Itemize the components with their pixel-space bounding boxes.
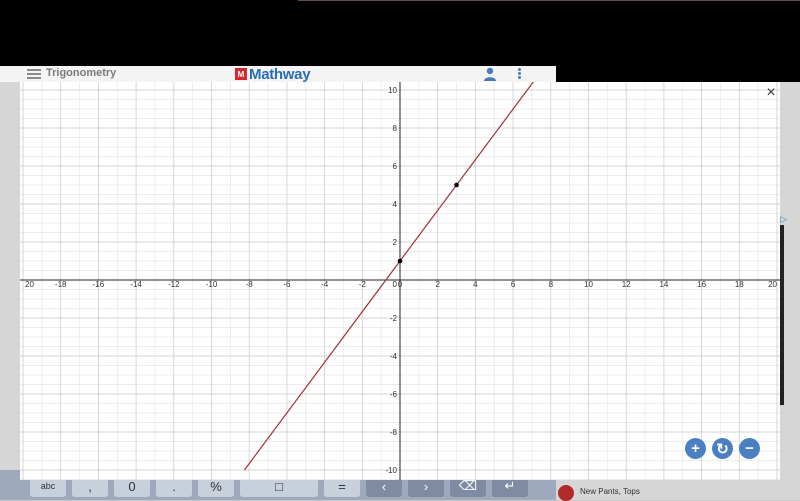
x-tick-label: 8 bbox=[549, 280, 554, 289]
x-tick-label: 2 bbox=[435, 280, 440, 289]
graph-window: 20 -18 -16 -14 -12 -10 -8 -6 -4 -2 0 2 4 6 8 10 12 14 16 18… bbox=[20, 82, 780, 480]
y-tick-label: 8 bbox=[393, 124, 398, 133]
x-tick-label: 0 bbox=[398, 280, 403, 289]
series-line bbox=[243, 82, 534, 471]
x-tick-label: 4 bbox=[473, 280, 478, 289]
y-tick-label: 2 bbox=[393, 238, 398, 247]
ad-text[interactable]: New Pants, Tops bbox=[580, 487, 640, 496]
x-tick-label: 6 bbox=[511, 280, 516, 289]
y-tick-label: -8 bbox=[390, 428, 398, 437]
x-tick-label: -18 bbox=[55, 280, 67, 289]
subject-title[interactable]: Trigonometry bbox=[46, 67, 116, 79]
y-tick-label: 10 bbox=[388, 86, 397, 95]
close-button[interactable]: × bbox=[763, 84, 779, 101]
left-background bbox=[0, 82, 20, 500]
graph-point bbox=[454, 182, 459, 188]
top-black-bar bbox=[0, 0, 800, 66]
x-tick-label: -12 bbox=[168, 280, 180, 289]
reset-zoom-button[interactable]: ↻ bbox=[712, 438, 733, 459]
x-tick-label: -2 bbox=[359, 280, 367, 289]
ad-scrollbar[interactable] bbox=[780, 225, 784, 405]
origin-label: 0 bbox=[393, 280, 398, 289]
x-tick-label: 16 bbox=[697, 280, 706, 289]
x-tick-label: -14 bbox=[130, 280, 142, 289]
header-right-black-area bbox=[556, 66, 800, 82]
top-divider-line bbox=[298, 0, 800, 1]
hamburger-menu-icon[interactable] bbox=[27, 69, 41, 79]
y-tick-label: -6 bbox=[390, 390, 398, 399]
graph-point bbox=[397, 258, 403, 264]
y-tick-label: -4 bbox=[390, 352, 398, 361]
user-icon[interactable] bbox=[483, 67, 497, 81]
zoom-in-button[interactable]: + bbox=[685, 438, 706, 459]
y-tick-label: -2 bbox=[390, 314, 398, 323]
y-tick-label: 6 bbox=[393, 162, 398, 171]
x-tick-label: 14 bbox=[659, 280, 668, 289]
x-tick-label: -6 bbox=[283, 280, 291, 289]
tick-labels: 20 -18 -16 -14 -12 -10 -8 -6 -4 -2 0 2 4 6 8 10 12 14 16 18… bbox=[25, 86, 778, 475]
x-tick-label: 10 bbox=[584, 280, 593, 289]
x-tick-label: 20 bbox=[25, 280, 34, 289]
x-tick-label: -16 bbox=[93, 280, 105, 289]
graph-canvas[interactable]: 20 -18 -16 -14 -12 -10 -8 -6 -4 -2 0 2 4 6 8 10 12 14 16 18… bbox=[20, 82, 780, 480]
ad-choices-icon[interactable]: ▷ bbox=[780, 214, 787, 225]
x-tick-label: -10 bbox=[206, 280, 218, 289]
y-tick-label: -10 bbox=[385, 466, 397, 475]
x-tick-label: 18 bbox=[735, 280, 744, 289]
x-tick-label: 20 bbox=[768, 280, 777, 289]
brand-name: Mathway bbox=[249, 65, 311, 83]
x-tick-label: -4 bbox=[321, 280, 329, 289]
brand-logo[interactable]: M Mathway bbox=[235, 65, 311, 83]
x-tick-label: -8 bbox=[246, 280, 254, 289]
ad-brand-icon[interactable] bbox=[558, 485, 574, 501]
more-vertical-icon[interactable] bbox=[518, 68, 522, 80]
brand-mark-icon: M bbox=[235, 68, 247, 80]
graph-lines bbox=[243, 82, 534, 471]
zoom-out-button[interactable]: − bbox=[739, 438, 760, 459]
x-tick-label: 12 bbox=[622, 280, 631, 289]
y-tick-label: 4 bbox=[393, 200, 398, 209]
